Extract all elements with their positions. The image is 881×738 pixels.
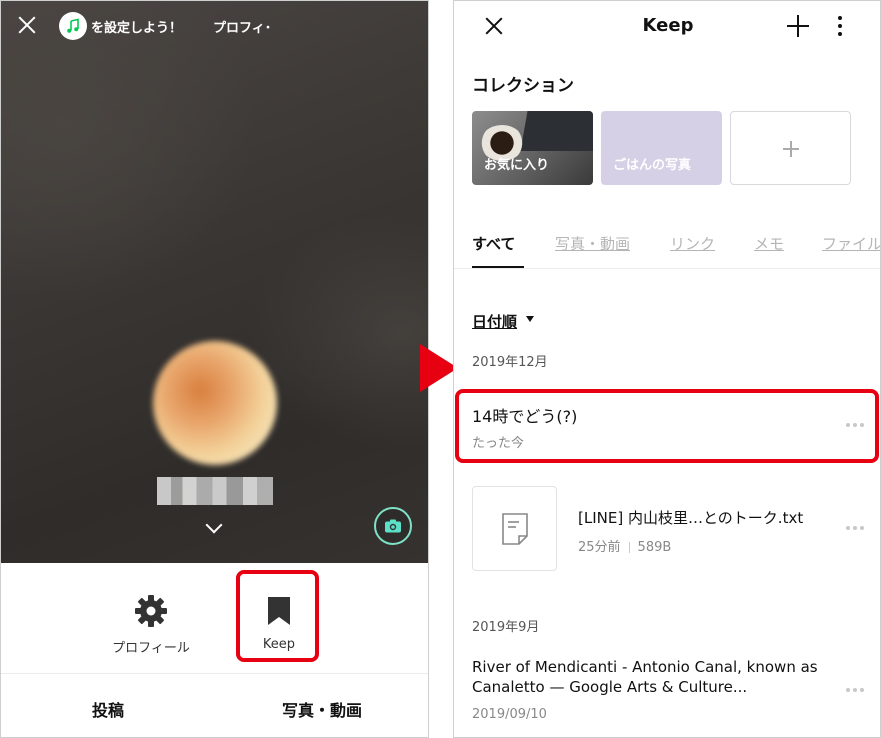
profile-settings-button[interactable]: プロフィール [106, 591, 196, 656]
photo-video-button[interactable]: 写真・動画 [282, 697, 362, 721]
file-name[interactable]: [LINE] 内山枝里…とのトーク.txt [578, 507, 803, 528]
collection-food-photos[interactable]: ごはんの写真 [601, 111, 722, 185]
tab-files[interactable]: ファイル [822, 233, 880, 254]
camera-icon[interactable] [374, 507, 412, 545]
collection-favorites[interactable]: お気に入り [472, 111, 593, 185]
tab-links[interactable]: リンク [670, 233, 715, 254]
date-header: 2019年12月 [472, 355, 548, 370]
link-title[interactable]: River of Mendicanti - Antonio Canal, kno… [472, 657, 842, 697]
file-size: 589B [637, 540, 672, 555]
keep-highlight-box [236, 570, 319, 662]
divider [454, 268, 880, 269]
more-horizontal-icon[interactable] [846, 688, 864, 692]
divider [1, 673, 428, 674]
link-date: 2019/09/10 [472, 707, 547, 722]
date-header: 2019年9月 [472, 620, 540, 635]
profile-settings-label: プロフィール [112, 641, 190, 656]
music-banner-text[interactable]: を設定しよう！ [91, 17, 182, 36]
profile-screen: を設定しよう！ プロフィ･ プロフィール Keep 投稿 写真・動画 [0, 0, 429, 738]
memo-highlight-box [455, 389, 879, 463]
post-button[interactable]: 投稿 [92, 697, 124, 721]
avatar[interactable] [153, 341, 277, 465]
profile-bottom-panel: プロフィール Keep 投稿 写真・動画 [1, 563, 428, 737]
sort-dropdown[interactable]: 日付順 [472, 311, 517, 332]
close-icon[interactable] [15, 13, 39, 37]
collection-thumbnail [520, 111, 593, 151]
collection-label: ごはんの写真 [613, 158, 692, 173]
caret-down-icon[interactable] [526, 316, 534, 322]
music-icon[interactable] [59, 12, 87, 40]
collections-title: コレクション [472, 76, 574, 96]
tab-photos-videos[interactable]: 写真・動画 [555, 233, 630, 254]
add-collection-button[interactable] [730, 111, 851, 185]
keep-screen: Keep コレクション お気に入り ごはんの写真 すべて 写真・動画 リンク メ… [453, 0, 881, 738]
filter-tabs: すべて 写真・動画 リンク メモ ファイル [472, 233, 880, 269]
document-icon [501, 512, 528, 545]
more-vertical-icon[interactable] [836, 14, 844, 38]
tab-all[interactable]: すべて [472, 233, 515, 254]
file-thumbnail[interactable] [472, 486, 557, 571]
divider [628, 542, 630, 553]
tab-memos[interactable]: メモ [754, 233, 784, 254]
page-title: Keep [642, 15, 694, 36]
file-meta: 25分前 589B [578, 536, 671, 555]
file-time: 25分前 [578, 540, 621, 555]
add-icon[interactable] [786, 14, 810, 38]
profile-tab-text[interactable]: プロフィ･ [213, 17, 271, 36]
gear-icon [106, 591, 196, 631]
more-horizontal-icon[interactable] [846, 526, 864, 530]
collection-label: お気に入り [484, 158, 550, 173]
profile-name-blurred [157, 477, 273, 505]
